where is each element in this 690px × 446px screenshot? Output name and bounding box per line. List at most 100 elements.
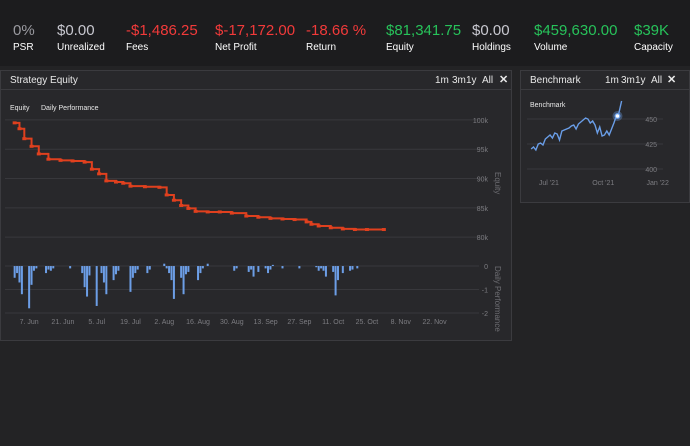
stat-label: PSR (13, 42, 34, 53)
equity-point (157, 185, 162, 189)
equity-point (22, 137, 27, 141)
equity-point (114, 180, 118, 184)
daily-performance-bar (32, 266, 35, 271)
daily-performance-bar (315, 266, 318, 268)
daily-performance-bar (320, 266, 323, 269)
stat-label: Holdings (472, 42, 511, 53)
daily-performance-bar (197, 266, 200, 281)
stat-fees: -$1,486.25 Fees (126, 22, 198, 54)
equity-point (179, 203, 184, 207)
daily-performance-bar (349, 266, 352, 271)
equity-point (171, 198, 176, 202)
y-tick-label: 400 (645, 167, 657, 174)
stat-unrealized: $0.00 Unrealized (57, 22, 105, 54)
range-3m-button[interactable]: 3m (452, 75, 466, 86)
equity-point (193, 209, 198, 213)
equity-point (89, 167, 94, 171)
daily-performance-bar (341, 266, 344, 274)
equity-point (128, 184, 133, 188)
close-icon[interactable]: ✕ (499, 73, 508, 86)
daily-performance-bar (30, 266, 33, 285)
daily-performance-bar (235, 266, 238, 269)
daily-performance-bar (134, 266, 137, 274)
panel-header: Strategy Equity 1m 3m 1y All ✕ (1, 71, 511, 90)
stat-psr: 0% PSR (13, 22, 35, 54)
daily-performance-bar (131, 266, 134, 278)
equity-point (36, 152, 41, 156)
equity-point (280, 217, 285, 221)
daily-performance-bar (180, 266, 183, 278)
equity-point (268, 216, 273, 220)
daily-performance-bar (165, 266, 168, 269)
stat-equity: $81,341.75 Equity (386, 22, 461, 54)
stat-value: $-17,172.00 (215, 22, 296, 39)
daily-performance-bar (163, 263, 166, 267)
daily-performance-bar (269, 266, 272, 270)
stat-net-profit: $-17,172.00 Net Profit (215, 22, 295, 54)
daily-performance-bar (117, 266, 120, 271)
daily-performance-bar (322, 266, 325, 271)
y-tick-label: 90k (477, 177, 489, 184)
stat-label: Capacity (634, 42, 673, 53)
equity-point (381, 228, 386, 232)
benchmark-hover-point (614, 113, 621, 120)
range-1m-button[interactable]: 1m (605, 75, 619, 86)
x-tick-label: 22. Nov (422, 319, 447, 326)
equity-point (244, 214, 249, 218)
daily-performance-bar (20, 266, 23, 295)
daily-performance-bar (172, 266, 175, 299)
stat-value: $39K (634, 22, 670, 39)
daily-performance-bar (69, 266, 72, 269)
equity-point (164, 193, 169, 197)
benchmark-chart: 450 425 400 Jul '21 Oct '21 Jan '22 Benchmar… (527, 100, 669, 187)
daily-performance-bar (102, 266, 105, 283)
daily-performance-bar (201, 266, 204, 269)
range-3m-button[interactable]: 3m (621, 75, 635, 86)
y-tick-label: 425 (645, 142, 657, 149)
y2-tick-label: 0 (484, 264, 488, 271)
daily-performance-bar (184, 266, 187, 275)
range-all-button[interactable]: All (482, 75, 493, 86)
range-1y-button[interactable]: 1y (635, 75, 646, 86)
equity-point (97, 172, 102, 176)
equity-point (142, 185, 147, 189)
x-tick-label: Jan '22 (646, 180, 668, 187)
daily-performance-bar (16, 266, 19, 274)
daily-performance-bar (324, 266, 327, 277)
equity-point (46, 157, 51, 161)
range-all-button[interactable]: All (651, 75, 662, 86)
daily-performance-bar (115, 266, 117, 275)
daily-performance-bar (52, 266, 55, 269)
equity-point (82, 160, 87, 164)
equity-point (12, 121, 17, 125)
x-tick-label: 30. Aug (220, 319, 244, 326)
daily-performance-bar (129, 266, 132, 292)
stat-label: Volume (534, 42, 568, 53)
legend-benchmark[interactable]: Benchmark (530, 102, 566, 109)
daily-performance-bar (271, 264, 274, 267)
daily-performance-bar (35, 266, 38, 269)
daily-performance-bar (18, 266, 21, 283)
daily-performance-bar (298, 266, 301, 269)
equity-point (70, 159, 75, 163)
close-icon[interactable]: ✕ (667, 73, 676, 86)
daily-performance-bar (148, 266, 151, 270)
equity-point (292, 218, 297, 222)
daily-performance-bar (247, 266, 250, 272)
y-axis-title-equity: Equity (493, 172, 502, 194)
legend-equity[interactable]: Equity (10, 105, 30, 112)
x-tick-label: 16. Aug (186, 319, 210, 326)
range-1y-button[interactable]: 1y (466, 75, 477, 86)
daily-performance-bar (168, 266, 171, 274)
y-tick-label: 80k (477, 235, 489, 242)
daily-performance-bar (88, 266, 91, 276)
range-1m-button[interactable]: 1m (435, 75, 449, 86)
legend-daily-performance[interactable]: Daily Performance (41, 105, 99, 112)
daily-performance-bar (86, 266, 89, 297)
stat-label: Net Profit (215, 42, 257, 53)
daily-performance-bar (28, 266, 31, 309)
daily-performance-bar (337, 266, 339, 281)
y2-tick-label: -2 (482, 311, 488, 318)
equity-point (340, 227, 345, 231)
daily-performance-bar (252, 266, 255, 277)
